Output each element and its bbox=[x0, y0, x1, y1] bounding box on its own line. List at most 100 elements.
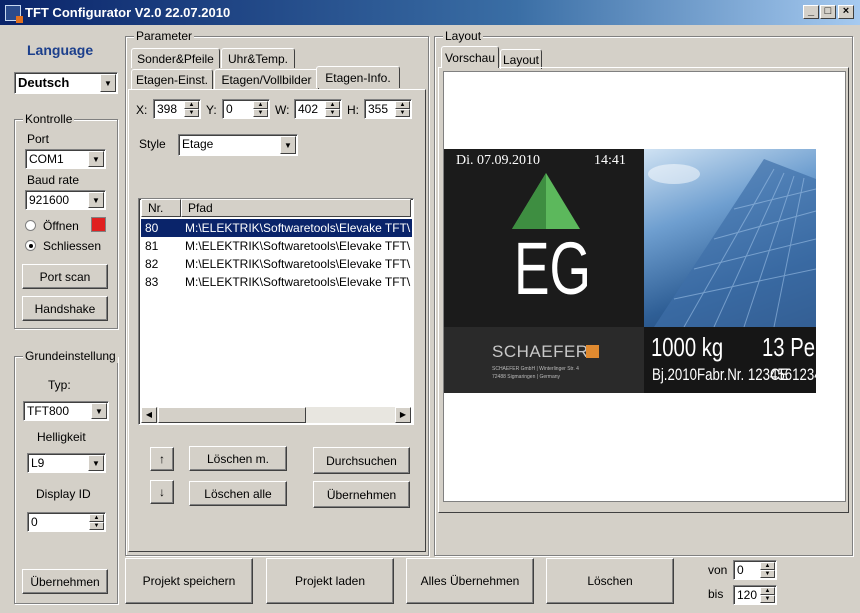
chevron-down-icon[interactable]: ▼ bbox=[91, 403, 107, 419]
spin-down-icon[interactable]: ▼ bbox=[760, 570, 775, 578]
close-button[interactable]: × bbox=[838, 5, 854, 19]
open-radio[interactable] bbox=[25, 220, 36, 231]
y-value: 0 bbox=[226, 102, 233, 116]
bis-stepper[interactable]: 120 ▲ ▼ bbox=[733, 585, 777, 605]
typ-select[interactable]: TFT800 ▼ bbox=[23, 401, 109, 421]
port-scan-button[interactable]: Port scan bbox=[22, 264, 108, 289]
bis-label: bis bbox=[708, 587, 724, 601]
load-capacity: 1000 kg bbox=[651, 332, 724, 362]
h-value: 355 bbox=[368, 102, 389, 116]
chevron-down-icon[interactable]: ▼ bbox=[280, 136, 296, 154]
scroll-right-icon[interactable]: ▶ bbox=[395, 407, 411, 423]
h-stepper[interactable]: 355 ▲ ▼ bbox=[364, 99, 412, 119]
h-label: H: bbox=[347, 103, 359, 117]
port-label: Port bbox=[27, 132, 50, 146]
row-nr: 80 bbox=[145, 221, 159, 235]
helligkeit-label: Helligkeit bbox=[37, 430, 86, 444]
move-up-button[interactable]: ↑ bbox=[150, 447, 174, 471]
delete-all-button[interactable]: Löschen alle bbox=[189, 481, 287, 506]
brand-address-2: 72488 Sigmaringen | Germany bbox=[492, 374, 561, 380]
app-icon bbox=[5, 4, 23, 23]
spin-up-icon[interactable]: ▲ bbox=[253, 101, 268, 109]
browse-button[interactable]: Durchsuchen bbox=[313, 447, 410, 474]
spin-up-icon[interactable]: ▲ bbox=[760, 587, 775, 595]
w-stepper[interactable]: 402 ▲ ▼ bbox=[294, 99, 342, 119]
chevron-down-icon[interactable]: ▼ bbox=[100, 74, 116, 92]
scroll-left-icon[interactable]: ◀ bbox=[141, 407, 157, 423]
display-id-stepper[interactable]: 0 ▲ ▼ bbox=[27, 512, 106, 532]
grundeinstellung-legend: Grundeinstellung bbox=[23, 349, 118, 363]
spin-down-icon[interactable]: ▼ bbox=[89, 522, 104, 530]
brand-name: SCHAEFER bbox=[492, 342, 589, 361]
tab-layout[interactable]: Layout bbox=[500, 49, 542, 69]
floor-label: EG bbox=[514, 227, 591, 310]
path-list[interactable]: Nr. Pfad 80 M:\ELEKTRIK\Softwaretools\El… bbox=[138, 198, 414, 425]
column-header-nr[interactable]: Nr. bbox=[141, 199, 181, 217]
row-nr: 83 bbox=[145, 275, 159, 289]
style-select[interactable]: Etage ▼ bbox=[178, 134, 298, 156]
scrollbar-thumb[interactable] bbox=[158, 407, 306, 423]
row-path: M:\ELEKTRIK\Softwaretools\Elevake TFT\ bbox=[185, 275, 411, 289]
delete-button[interactable]: Löschen bbox=[546, 558, 674, 604]
handshake-button[interactable]: Handshake bbox=[22, 296, 108, 321]
horizontal-scrollbar[interactable]: ◀ ▶ bbox=[141, 407, 411, 423]
baud-select[interactable]: 921600 ▼ bbox=[25, 190, 106, 210]
helligkeit-select[interactable]: L9 ▼ bbox=[27, 453, 106, 473]
column-header-pfad[interactable]: Pfad bbox=[181, 199, 411, 217]
style-label: Style bbox=[139, 137, 166, 151]
spin-down-icon[interactable]: ▼ bbox=[184, 109, 199, 117]
spin-up-icon[interactable]: ▲ bbox=[184, 101, 199, 109]
x-label: X: bbox=[136, 103, 148, 117]
grund-apply-button[interactable]: Übernehmen bbox=[22, 569, 108, 594]
von-label: von bbox=[708, 563, 728, 577]
tab-sonder-pfeile[interactable]: Sonder&Pfeile bbox=[131, 48, 220, 68]
list-item[interactable]: 83 M:\ELEKTRIK\Softwaretools\Elevake TFT… bbox=[141, 273, 412, 291]
chevron-down-icon[interactable]: ▼ bbox=[88, 151, 104, 167]
spin-up-icon[interactable]: ▲ bbox=[760, 562, 775, 570]
move-down-button[interactable]: ↓ bbox=[150, 480, 174, 504]
load-project-button[interactable]: Projekt laden bbox=[266, 558, 394, 604]
tab-vorschau[interactable]: Vorschau bbox=[441, 46, 499, 68]
tab-etagen-info[interactable]: Etagen-Info. bbox=[316, 66, 400, 88]
spin-up-icon[interactable]: ▲ bbox=[395, 101, 410, 109]
spin-down-icon[interactable]: ▼ bbox=[395, 109, 410, 117]
tab-etagen-einst[interactable]: Etagen-Einst. bbox=[131, 69, 213, 89]
list-item[interactable]: 80 M:\ELEKTRIK\Softwaretools\Elevake TFT… bbox=[141, 219, 412, 237]
chevron-down-icon[interactable]: ▼ bbox=[88, 455, 104, 471]
port-select[interactable]: COM1 ▼ bbox=[25, 149, 106, 169]
spin-up-icon[interactable]: ▲ bbox=[325, 101, 340, 109]
parameter-legend: Parameter bbox=[134, 29, 195, 43]
list-item[interactable]: 82 M:\ELEKTRIK\Softwaretools\Elevake TFT… bbox=[141, 255, 412, 273]
save-project-button[interactable]: Projekt speichern bbox=[125, 558, 253, 604]
spin-down-icon[interactable]: ▼ bbox=[253, 109, 268, 117]
spin-down-icon[interactable]: ▼ bbox=[760, 595, 775, 603]
building-graphic bbox=[648, 159, 816, 328]
row-path: M:\ELEKTRIK\Softwaretools\Elevake TFT\ bbox=[185, 239, 411, 253]
tab-etagen-vollbilder[interactable]: Etagen/Vollbilder bbox=[214, 69, 319, 89]
spin-down-icon[interactable]: ▼ bbox=[325, 109, 340, 117]
y-stepper[interactable]: 0 ▲ ▼ bbox=[222, 99, 270, 119]
von-stepper[interactable]: 0 ▲ ▼ bbox=[733, 560, 777, 580]
close-radio[interactable] bbox=[25, 240, 36, 251]
minimize-button[interactable]: _ bbox=[803, 5, 819, 19]
tab-uhr-temp[interactable]: Uhr&Temp. bbox=[221, 48, 295, 68]
apply-all-button[interactable]: Alles Übernehmen bbox=[406, 558, 534, 604]
row-nr: 82 bbox=[145, 257, 159, 271]
language-heading: Language bbox=[27, 42, 94, 58]
display-id-label: Display ID bbox=[36, 487, 91, 501]
delete-marked-button[interactable]: Löschen m. bbox=[189, 446, 287, 471]
row-path: M:\ELEKTRIK\Softwaretools\Elevake TFT\ bbox=[185, 221, 411, 235]
spin-up-icon[interactable]: ▲ bbox=[89, 514, 104, 522]
y-label: Y: bbox=[206, 103, 217, 117]
brand-address-1: SCHAEFER GmbH | Winterlinger Str. 4 bbox=[492, 366, 579, 372]
chevron-down-icon[interactable]: ▼ bbox=[88, 192, 104, 208]
parameter-apply-button[interactable]: Übernehmen bbox=[313, 481, 410, 508]
close-label: Schliessen bbox=[43, 239, 102, 253]
typ-value: TFT800 bbox=[27, 404, 70, 418]
w-value: 402 bbox=[298, 102, 319, 116]
maximize-button[interactable]: □ bbox=[820, 5, 836, 19]
language-select[interactable]: Deutsch ▼ bbox=[14, 72, 118, 94]
x-stepper[interactable]: 398 ▲ ▼ bbox=[153, 99, 201, 119]
preview-date: Di. 07.09.2010 bbox=[456, 153, 540, 168]
list-item[interactable]: 81 M:\ELEKTRIK\Softwaretools\Elevake TFT… bbox=[141, 237, 412, 255]
